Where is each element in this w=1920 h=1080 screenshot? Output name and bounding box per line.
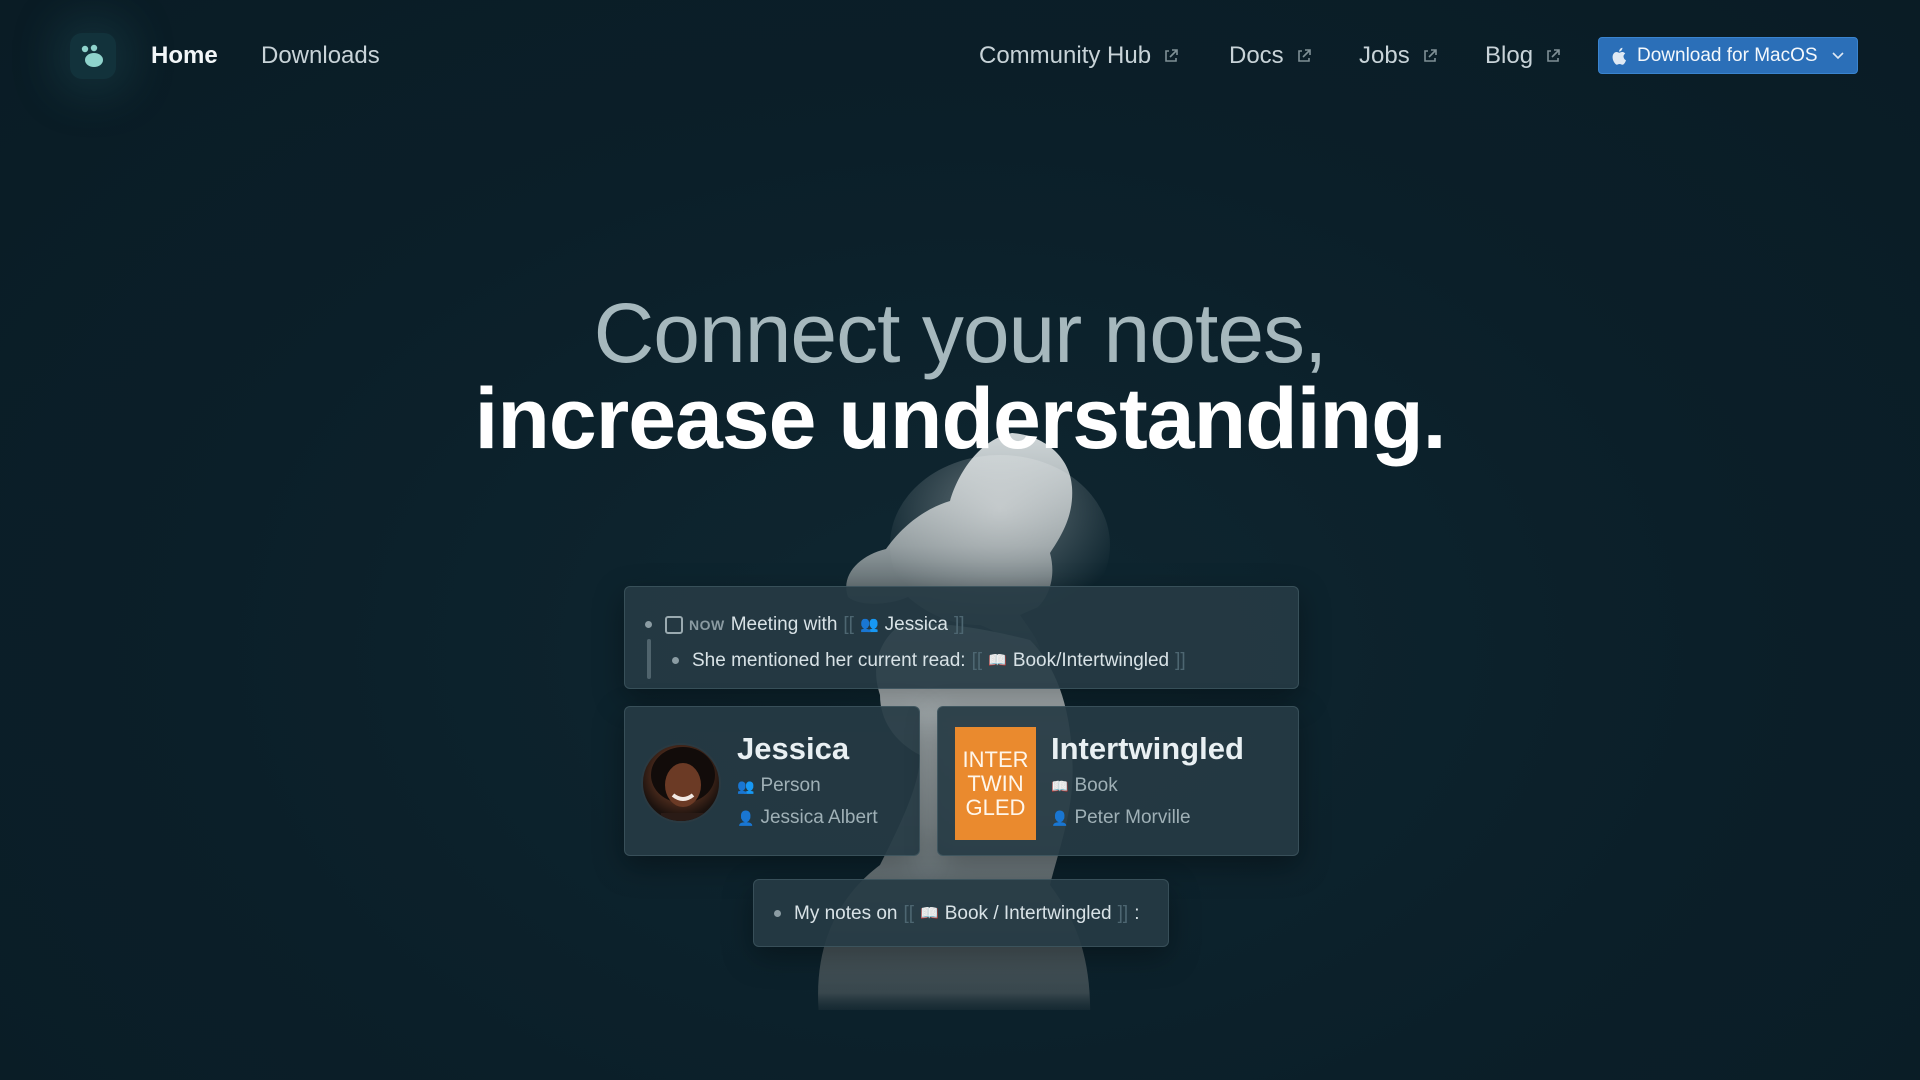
- cover-line: GLED: [965, 794, 1026, 820]
- download-macos-label: Download for MacOS: [1637, 44, 1818, 66]
- book-icon: 📖: [1051, 778, 1069, 794]
- hero-headline-line1: Connect your notes,: [593, 286, 1328, 380]
- card-type: Book: [1074, 775, 1118, 796]
- hero-headline-line2: increase understanding.: [474, 371, 1446, 467]
- page: Home Downloads Community Hub Docs Jobs B…: [0, 0, 1920, 1080]
- bracket-close: ]]: [1175, 650, 1186, 671]
- card-author: Peter Morville: [1074, 807, 1191, 828]
- bracket-open: [[: [843, 614, 854, 635]
- nav-docs-label: Docs: [1229, 42, 1284, 69]
- card-author-row: 👤 Peter Morville: [1051, 807, 1191, 829]
- row-suffix: :: [1134, 903, 1140, 924]
- user-icon: 👤: [737, 810, 755, 826]
- nav-docs[interactable]: Docs: [1229, 42, 1312, 70]
- card-type-row: 📖 Book: [1051, 775, 1118, 797]
- status-badge: NOW: [689, 617, 725, 633]
- card-title: Intertwingled: [1051, 731, 1244, 766]
- bullet-icon: [672, 657, 679, 664]
- bracket-close: ]]: [954, 614, 965, 635]
- nav-downloads[interactable]: Downloads: [261, 42, 380, 70]
- todo-checkbox[interactable]: [665, 616, 683, 634]
- card-name-row: 👤 Jessica Albert: [737, 807, 878, 829]
- todo-row: NOW Meeting with [[ 👥 Jessica ]]: [665, 614, 965, 636]
- external-link-icon: [1423, 49, 1437, 62]
- page-link-book[interactable]: Book / Intertwingled: [945, 903, 1112, 925]
- bullet-icon: [774, 910, 781, 917]
- nav-blog-label: Blog: [1485, 42, 1534, 69]
- child-row: She mentioned her current read: [[ 📖 Boo…: [692, 650, 1186, 672]
- bracket-open: [[: [903, 903, 915, 924]
- page-link-jessica[interactable]: Jessica: [885, 614, 948, 636]
- nav-home[interactable]: Home: [151, 42, 218, 70]
- user-icon: 👤: [1051, 810, 1069, 826]
- apple-icon: [1612, 47, 1626, 65]
- download-macos-button[interactable]: Download for MacOS: [1598, 37, 1858, 74]
- logo-icon[interactable]: [70, 33, 116, 79]
- page-link-book[interactable]: Book/Intertwingled: [1013, 650, 1169, 672]
- nav-community-hub-label: Community Hub: [979, 42, 1152, 69]
- note-block-card[interactable]: NOW Meeting with [[ 👥 Jessica ]] She men…: [624, 586, 1299, 689]
- person-icon: 👥: [859, 616, 879, 633]
- nav-jobs-label: Jobs: [1359, 42, 1410, 69]
- book-icon: 📖: [920, 905, 939, 922]
- book-card-intertwingled[interactable]: INTER TWIN GLED Intertwingled 📖 Book 👤 P…: [937, 706, 1299, 856]
- avatar: [641, 743, 721, 823]
- cover-line: INTER: [962, 746, 1029, 772]
- external-link-icon: [1547, 49, 1560, 62]
- card-title: Jessica: [737, 731, 850, 766]
- notes-block-card[interactable]: My notes on [[ 📖 Book / Intertwingled ]]…: [753, 879, 1169, 947]
- bullet-icon: [645, 621, 652, 628]
- card-full-name: Jessica Albert: [760, 807, 878, 828]
- notes-row: My notes on [[ 📖 Book / Intertwingled ]]…: [794, 903, 1139, 925]
- book-icon: 📖: [988, 652, 1007, 669]
- row-text: Meeting with: [730, 614, 838, 635]
- external-link-icon: [1165, 49, 1178, 62]
- people-icon: 👥: [737, 778, 755, 794]
- card-type-row: 👥 Person: [737, 775, 821, 797]
- external-link-icon: [1297, 49, 1311, 62]
- bracket-open: [[: [971, 650, 983, 671]
- nav-jobs[interactable]: Jobs: [1359, 42, 1438, 70]
- book-cover-image: INTER TWIN GLED: [955, 727, 1036, 840]
- nav-blog[interactable]: Blog: [1485, 42, 1561, 70]
- indent-guide: [647, 639, 651, 679]
- top-nav: Home Downloads Community Hub Docs Jobs B…: [0, 0, 1920, 110]
- row-text: My notes on: [794, 903, 898, 924]
- chevron-down-icon: [1832, 52, 1844, 60]
- bracket-close: ]]: [1117, 903, 1129, 924]
- person-card-jessica[interactable]: Jessica 👥 Person 👤 Jessica Albert: [624, 706, 920, 856]
- nav-community-hub[interactable]: Community Hub: [979, 42, 1179, 70]
- row-text: She mentioned her current read:: [692, 650, 966, 671]
- card-type: Person: [760, 775, 821, 796]
- cover-line: TWIN: [967, 770, 1024, 796]
